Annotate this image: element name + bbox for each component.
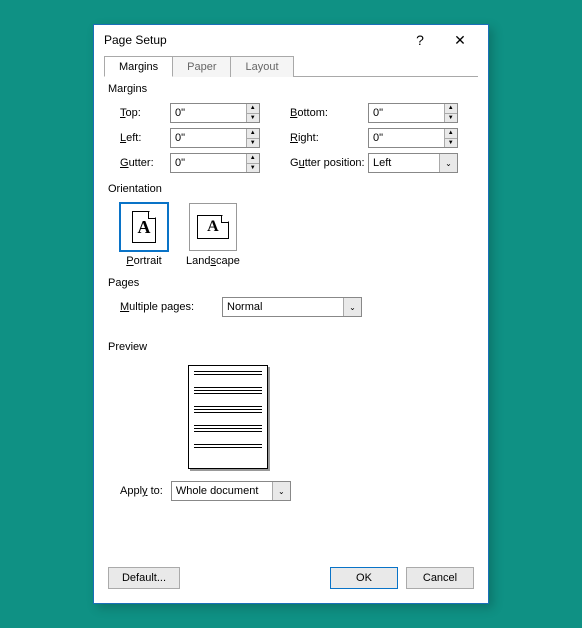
left-field[interactable]: ▲▼: [170, 128, 260, 148]
multiple-pages-label: Multiple pages:: [120, 301, 204, 313]
spin-down-icon[interactable]: ▼: [247, 164, 259, 173]
spin-down-icon[interactable]: ▼: [445, 114, 457, 123]
multiple-pages-combo[interactable]: Normal ⌄: [222, 297, 362, 317]
spin-up-icon[interactable]: ▲: [247, 104, 259, 114]
portrait-label: Portrait: [120, 255, 168, 267]
top-input[interactable]: [171, 104, 246, 122]
tab-margins[interactable]: Margins: [104, 56, 173, 77]
pages-section-label: Pages: [108, 277, 474, 289]
left-input[interactable]: [171, 129, 246, 147]
spin-up-icon[interactable]: ▲: [445, 129, 457, 139]
pages-row: Multiple pages: Normal ⌄: [120, 297, 474, 317]
orientation-section-label: Orientation: [108, 183, 474, 195]
help-button[interactable]: ?: [400, 26, 440, 54]
apply-to-row: Apply to: Whole document ⌄: [120, 481, 474, 501]
left-label: Left:: [120, 132, 170, 144]
bottom-input[interactable]: [369, 104, 444, 122]
spin-up-icon[interactable]: ▲: [445, 104, 457, 114]
orientation-landscape[interactable]: A Landscape: [186, 203, 240, 267]
gutter-position-label: Gutter position:: [290, 157, 368, 169]
gutter-position-value: Left: [369, 157, 439, 169]
bottom-label: Bottom:: [290, 107, 368, 119]
tab-layout[interactable]: Layout: [230, 56, 293, 77]
left-spinner[interactable]: ▲▼: [246, 129, 259, 147]
top-label: Top:: [120, 107, 170, 119]
landscape-page-icon: A: [197, 215, 229, 239]
gutter-position-combo[interactable]: Left ⌄: [368, 153, 458, 173]
tab-content: Margins Top: ▲▼ Bottom: ▲▼ Left: ▲▼ Righ…: [94, 77, 488, 559]
top-field[interactable]: ▲▼: [170, 103, 260, 123]
spin-up-icon[interactable]: ▲: [247, 154, 259, 164]
default-button[interactable]: Default...: [108, 567, 180, 589]
ok-button[interactable]: OK: [330, 567, 398, 589]
bottom-spinner[interactable]: ▲▼: [444, 104, 457, 122]
chevron-down-icon[interactable]: ⌄: [272, 482, 290, 500]
margins-grid: Top: ▲▼ Bottom: ▲▼ Left: ▲▼ Right: ▲▼: [120, 103, 474, 173]
tabs: Margins Paper Layout: [104, 55, 478, 77]
preview-section-label: Preview: [108, 341, 474, 353]
right-field[interactable]: ▲▼: [368, 128, 458, 148]
gutter-input[interactable]: [171, 154, 246, 172]
gutter-field[interactable]: ▲▼: [170, 153, 260, 173]
apply-to-label: Apply to:: [120, 485, 163, 497]
portrait-page-icon: A: [132, 211, 156, 243]
right-input[interactable]: [369, 129, 444, 147]
chevron-down-icon[interactable]: ⌄: [343, 298, 361, 316]
apply-to-combo[interactable]: Whole document ⌄: [171, 481, 291, 501]
spin-down-icon[interactable]: ▼: [445, 139, 457, 148]
spin-down-icon[interactable]: ▼: [247, 114, 259, 123]
bottom-field[interactable]: ▲▼: [368, 103, 458, 123]
dialog-title: Page Setup: [104, 33, 400, 47]
cancel-button[interactable]: Cancel: [406, 567, 474, 589]
multiple-pages-value: Normal: [223, 301, 343, 313]
close-button[interactable]: ✕: [440, 26, 480, 54]
right-spinner[interactable]: ▲▼: [444, 129, 457, 147]
gutter-spinner[interactable]: ▲▼: [246, 154, 259, 172]
right-label: Right:: [290, 132, 368, 144]
preview-page-icon: [188, 365, 268, 469]
tab-paper[interactable]: Paper: [172, 56, 231, 77]
page-setup-dialog: Page Setup ? ✕ Margins Paper Layout Marg…: [93, 24, 489, 604]
chevron-down-icon[interactable]: ⌄: [439, 154, 457, 172]
gutter-label: Gutter:: [120, 157, 170, 169]
apply-to-value: Whole document: [172, 485, 272, 497]
landscape-icon-box: A: [189, 203, 237, 251]
top-spinner[interactable]: ▲▼: [246, 104, 259, 122]
footer: Default... OK Cancel: [94, 559, 488, 603]
orientation-portrait[interactable]: A Portrait: [120, 203, 168, 267]
orientation-row: A Portrait A Landscape: [120, 203, 474, 267]
spin-up-icon[interactable]: ▲: [247, 129, 259, 139]
portrait-icon-box: A: [120, 203, 168, 251]
titlebar: Page Setup ? ✕: [94, 25, 488, 55]
landscape-label: Landscape: [186, 255, 240, 267]
margins-section-label: Margins: [108, 83, 474, 95]
spin-down-icon[interactable]: ▼: [247, 139, 259, 148]
